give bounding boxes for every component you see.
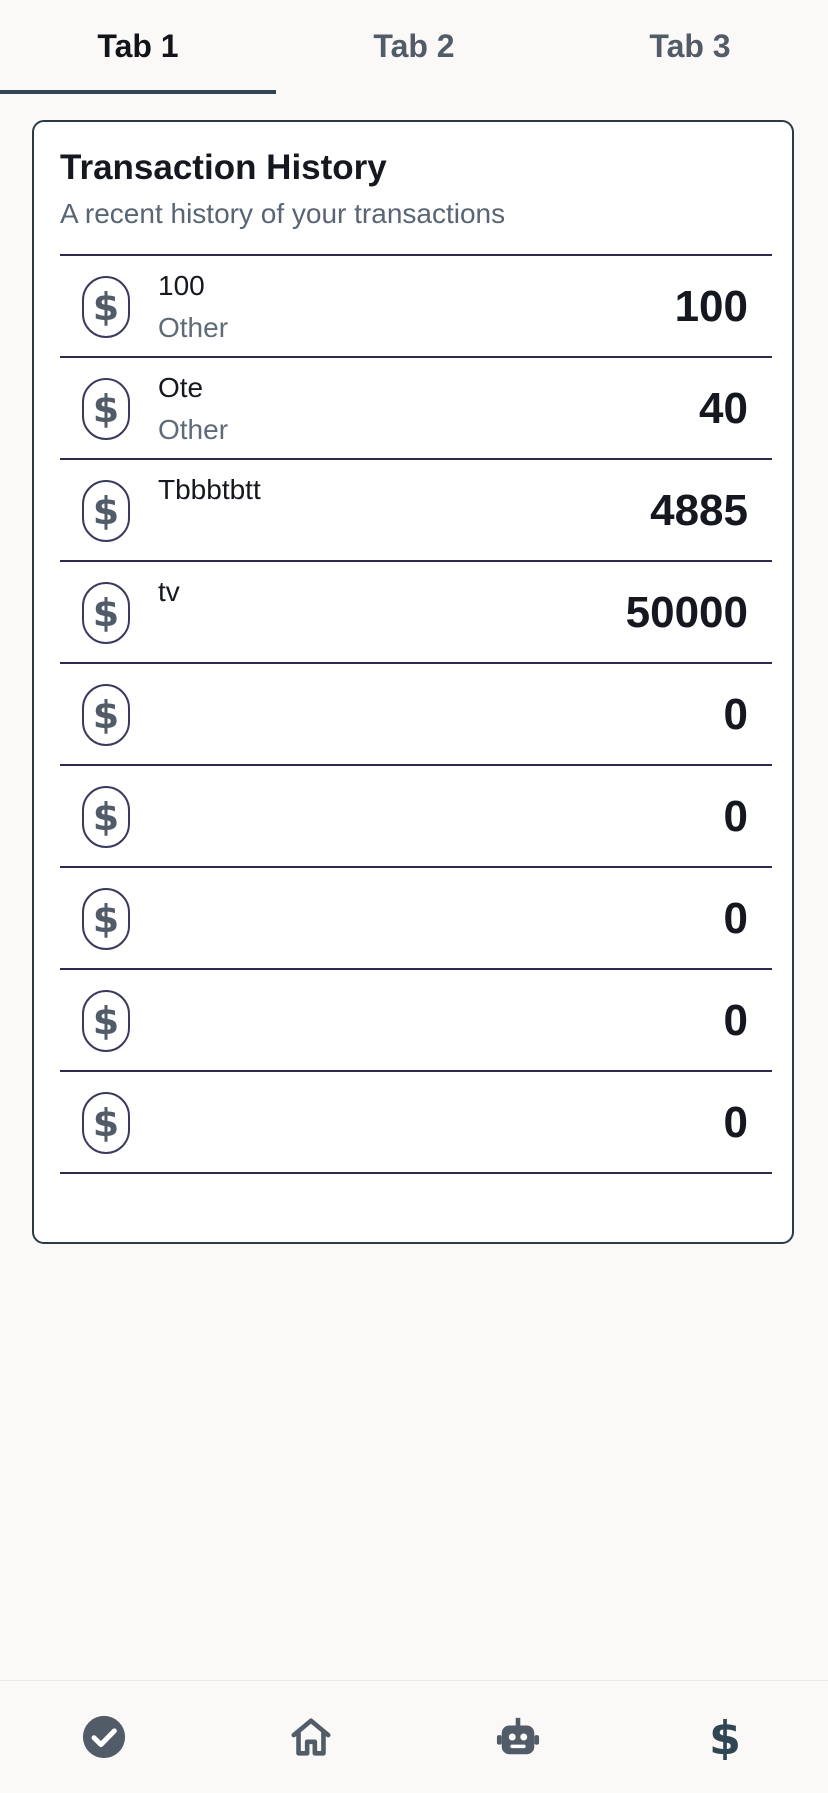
transaction-category: Other <box>158 312 229 343</box>
svg-text:$: $ <box>93 593 119 633</box>
nav-check[interactable] <box>0 1681 207 1793</box>
card-title: Transaction History <box>60 148 387 187</box>
dollar-icon: $ <box>82 1092 130 1154</box>
dollar-icon: $ <box>82 582 130 644</box>
transaction-row[interactable]: $ 0 <box>60 766 772 868</box>
nav-dollar[interactable]: $ <box>621 1681 828 1793</box>
transaction-row[interactable]: $ tv 50000 <box>60 562 772 664</box>
transaction-amount: 100 <box>674 282 748 331</box>
dollar-icon: $ <box>82 684 130 746</box>
dollar-icon: $ <box>82 378 130 440</box>
transaction-amount: 0 <box>723 1098 748 1147</box>
transaction-amount: 50000 <box>625 588 748 637</box>
transaction-row[interactable]: $ Tbbbtbtt 4885 <box>60 460 772 562</box>
dollar-icon: $ <box>708 1714 740 1760</box>
tab-1[interactable]: Tab 1 <box>0 0 276 94</box>
transaction-row[interactable]: $ 100 Other 100 <box>60 256 772 358</box>
transaction-amount: 0 <box>723 894 748 943</box>
transaction-amount: 0 <box>723 690 748 739</box>
nav-home[interactable] <box>207 1681 414 1793</box>
home-icon <box>290 1718 331 1756</box>
transaction-amount: 0 <box>723 996 748 1045</box>
transaction-name: 100 <box>158 270 205 301</box>
dollar-icon: $ <box>82 480 130 542</box>
svg-text:$: $ <box>708 1714 740 1760</box>
svg-text:$: $ <box>93 389 119 429</box>
dollar-icon: $ <box>82 888 130 950</box>
check-circle-icon <box>82 1715 125 1759</box>
transaction-name: Tbbbtbtt <box>158 474 261 505</box>
svg-text:$: $ <box>93 899 119 939</box>
transaction-row[interactable]: $ 0 <box>60 1072 772 1174</box>
transaction-row[interactable]: $ 0 <box>60 664 772 766</box>
transaction-amount: 4885 <box>650 486 748 535</box>
svg-text:$: $ <box>93 1103 119 1143</box>
svg-text:$: $ <box>93 1001 119 1041</box>
transaction-row[interactable]: $ 0 <box>60 868 772 970</box>
svg-text:$: $ <box>93 491 119 531</box>
transaction-row[interactable]: $ 0 <box>60 970 772 1072</box>
transaction-amount: 40 <box>699 384 748 433</box>
transaction-row[interactable]: $ Ote Other 40 <box>60 358 772 460</box>
card-subtitle: A recent history of your transactions <box>60 198 506 229</box>
dollar-icon: $ <box>82 276 130 338</box>
dollar-icon: $ <box>82 786 130 848</box>
robot-icon <box>496 1717 539 1755</box>
tab-2[interactable]: Tab 2 <box>276 0 552 92</box>
svg-text:$: $ <box>93 797 119 837</box>
transaction-history-card: Transaction History A recent history of … <box>32 120 794 1244</box>
nav-robot[interactable] <box>414 1681 621 1793</box>
dollar-icon: $ <box>82 990 130 1052</box>
transaction-list: $ 100 Other 100 $ Ote Other 40 $ Tbbbtbt… <box>60 254 772 1174</box>
svg-text:$: $ <box>93 695 119 735</box>
svg-text:$: $ <box>93 287 119 327</box>
bottom-nav: $ <box>0 1680 828 1793</box>
transaction-amount: 0 <box>723 792 748 841</box>
tab-bar: Tab 1 Tab 2 Tab 3 <box>0 0 828 96</box>
transaction-name: Ote <box>158 372 204 403</box>
tab-3[interactable]: Tab 3 <box>552 0 828 92</box>
transaction-category: Other <box>158 414 229 445</box>
transaction-name: tv <box>158 576 180 607</box>
